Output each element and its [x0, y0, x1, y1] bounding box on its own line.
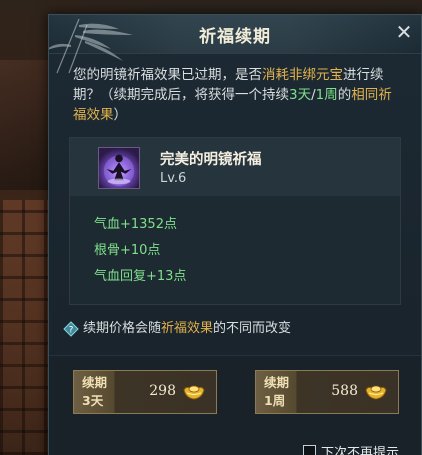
dialog-footer: 续期 3天 298 续期 1周 588 下次不再提示 — [49, 355, 421, 455]
dialog-title: 祈福续期 — [199, 27, 271, 47]
meditating-figure-icon[interactable] — [98, 147, 140, 189]
blessing-name: 完美的明镜祈福 — [160, 152, 262, 168]
stat-constitution: 根骨+10点 — [94, 243, 161, 258]
stat-hp-regen: 气血回复+13点 — [94, 269, 187, 284]
blessing-level: Lv.6 — [160, 171, 187, 186]
hint-highlight: 祈福效果 — [161, 321, 214, 336]
hint-prefix: 续期价格会随 — [83, 321, 162, 336]
price-hint: ? 续期价格会随祈福效果的不同而改变 — [63, 319, 292, 339]
renew-1week-price: 588 — [331, 383, 358, 399]
description-text: 您的明镜祈福效果已过期，是否消耗非绑元宝进行续期？（续期完成后，将获得一个持续3… — [73, 65, 403, 125]
renew-1week-label-line2: 1周 — [264, 393, 286, 408]
svg-text:?: ? — [69, 326, 74, 336]
renew-3days-label: 续期 3天 — [82, 374, 107, 410]
description-part3: 的 — [337, 87, 352, 103]
gold-ingot-icon — [183, 385, 205, 400]
renew-3days-price: 298 — [149, 383, 176, 399]
renew-1week-label: 续期 1周 — [264, 374, 289, 410]
game-scene: 祈福续期 ✕ 您的明镜祈福效果已过期，是否消耗非绑元宝进行续期？（续期完成后，将… — [0, 0, 422, 455]
description-3days-highlight: 3天 — [289, 87, 312, 103]
question-diamond-icon: ? — [63, 321, 79, 337]
description-part4: ） — [113, 107, 128, 123]
dont-remind-label: 下次不再提示 — [320, 445, 399, 455]
renew-3days-label-line2: 3天 — [82, 393, 104, 408]
renew-1week-label-line1: 续期 — [264, 375, 290, 390]
blessing-stats: 气血+1352点 根骨+10点 气血回复+13点 — [94, 212, 186, 290]
renewal-dialog: 祈福续期 ✕ 您的明镜祈福效果已过期，是否消耗非绑元宝进行续期？（续期完成后，将… — [48, 14, 422, 455]
stat-hp: 气血+1352点 — [94, 217, 177, 232]
description-cost-highlight: 消耗非绑元宝 — [262, 67, 343, 83]
dont-remind-option[interactable]: 下次不再提示 — [302, 442, 399, 455]
description-1week-highlight: 1周 — [315, 87, 338, 103]
gold-ingot-icon — [365, 385, 387, 400]
blessing-card-header: 完美的明镜祈福 Lv.6 — [70, 138, 400, 196]
renew-3days-button[interactable]: 续期 3天 298 — [73, 370, 217, 414]
description-part1: 您的明镜祈福效果已过期，是否 — [73, 67, 262, 83]
renew-1week-button[interactable]: 续期 1周 588 — [255, 370, 399, 414]
hint-suffix: 的不同而改变 — [213, 321, 292, 336]
close-button[interactable]: ✕ — [393, 21, 415, 43]
blessing-card: 完美的明镜祈福 Lv.6 气血+1352点 根骨+10点 气血回复+13点 — [69, 137, 401, 305]
dont-remind-checkbox[interactable] — [302, 444, 316, 455]
renew-3days-label-line1: 续期 — [82, 375, 108, 390]
title-bar: 祈福续期 ✕ — [49, 15, 421, 74]
